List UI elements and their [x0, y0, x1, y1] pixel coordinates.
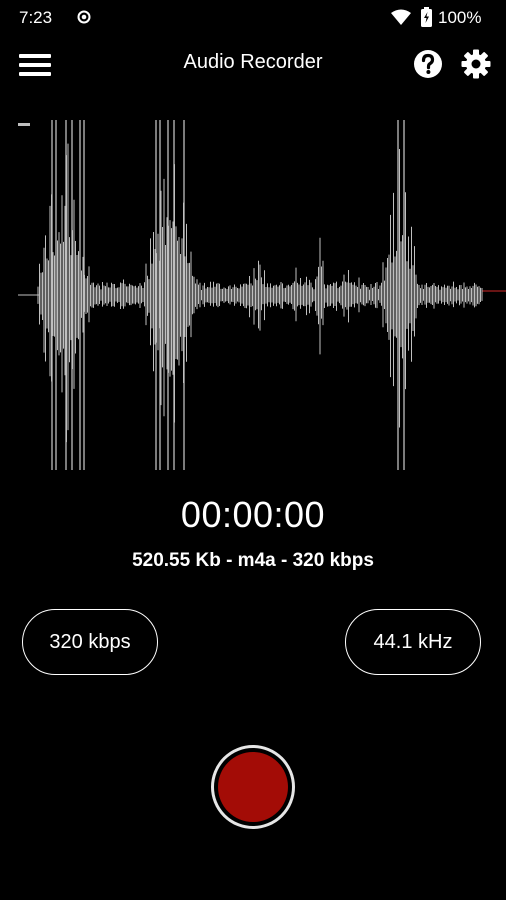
help-button[interactable]	[412, 48, 444, 80]
status-time: 7:23	[19, 8, 53, 27]
status-bar: 7:23 100%	[0, 0, 506, 36]
waveform-marker	[18, 123, 30, 126]
help-icon	[414, 50, 442, 78]
record-icon	[218, 752, 288, 822]
samplerate-selector[interactable]: 44.1 kHz	[345, 609, 481, 675]
record-indicator-icon	[77, 10, 91, 24]
wifi-icon	[391, 9, 411, 25]
waveform-display	[18, 120, 506, 470]
battery-charging-icon	[421, 7, 432, 27]
battery-percentage: 100%	[438, 8, 482, 27]
file-info: 520.55 Kb - m4a - 320 kbps	[132, 550, 374, 571]
recording-timer: 00:00:00	[180, 494, 326, 535]
settings-icon	[461, 49, 491, 79]
bitrate-label: 320 kbps	[49, 630, 131, 653]
record-button[interactable]	[211, 745, 295, 829]
settings-button[interactable]	[460, 48, 492, 80]
app-bar: Audio Recorder	[0, 36, 506, 92]
samplerate-label: 44.1 kHz	[373, 630, 453, 653]
bitrate-selector[interactable]: 320 kbps	[22, 609, 158, 675]
